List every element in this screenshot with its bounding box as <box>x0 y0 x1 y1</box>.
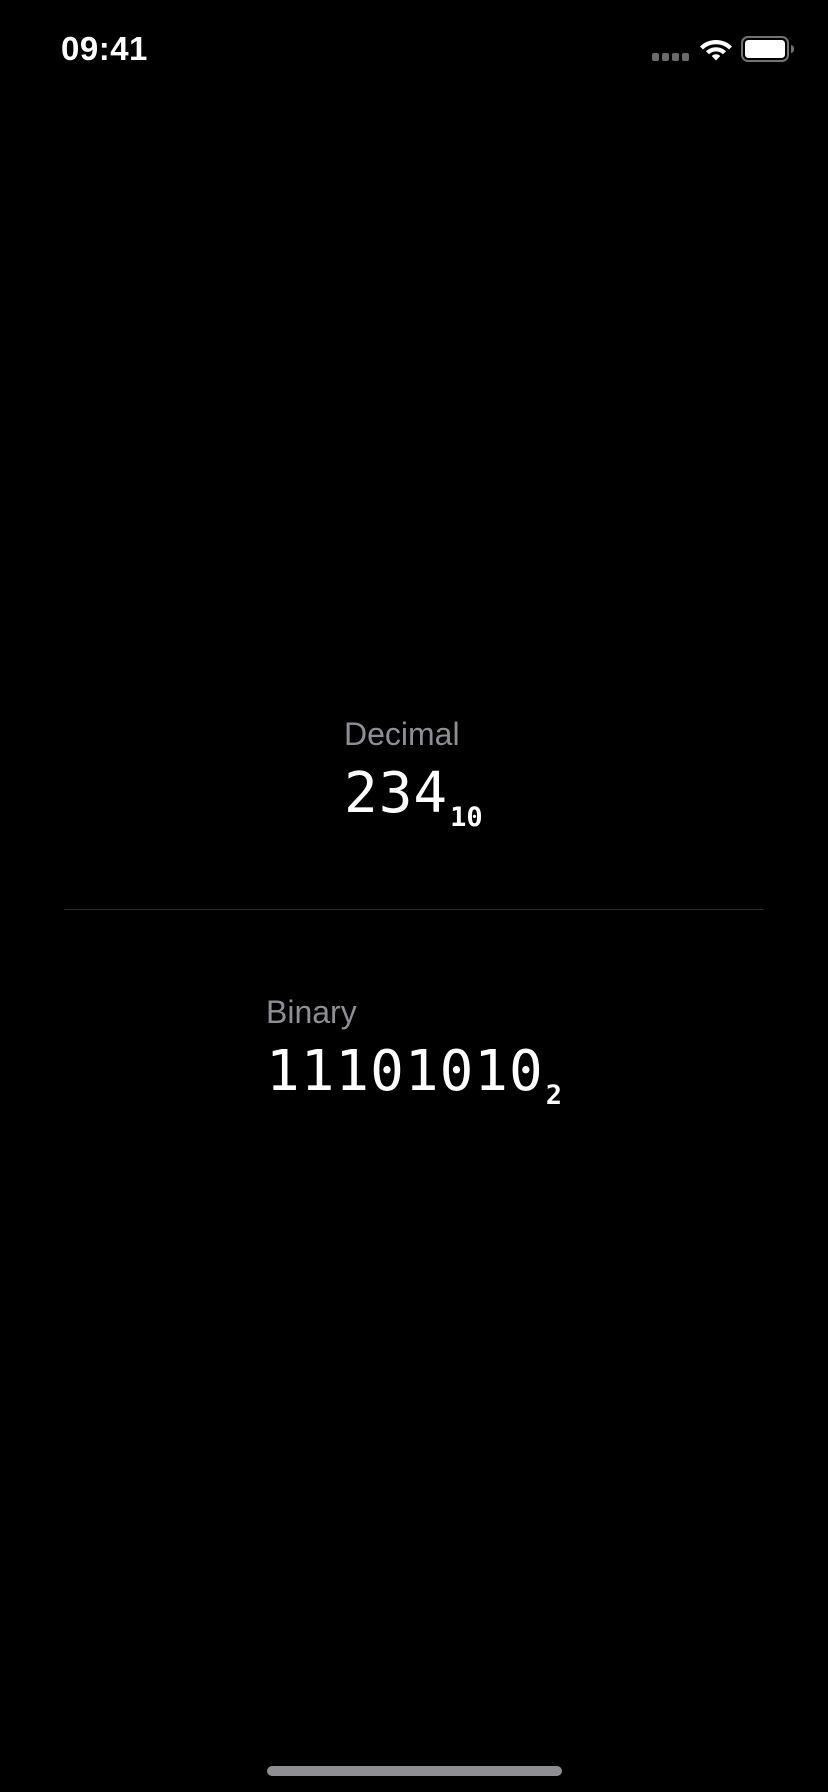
decimal-base-subscript: 10 <box>450 802 483 833</box>
binary-base-subscript: 2 <box>545 1080 562 1111</box>
cellular-signal-icon <box>652 53 690 61</box>
binary-label: Binary <box>266 994 357 1030</box>
binary-value-row[interactable]: 111010102 <box>266 1044 562 1110</box>
status-time: 09:41 <box>61 30 148 67</box>
status-bar: 09:41 <box>0 0 828 100</box>
home-indicator[interactable] <box>267 1766 562 1776</box>
wifi-icon <box>700 40 732 61</box>
section-divider <box>64 909 764 910</box>
binary-value[interactable]: 11101010 <box>266 1039 544 1104</box>
decimal-label: Decimal <box>344 716 460 752</box>
decimal-value-row[interactable]: 23410 <box>344 766 483 832</box>
decimal-section: Decimal 23410 <box>344 716 483 832</box>
binary-section: Binary 111010102 <box>266 994 562 1110</box>
battery-icon <box>741 36 794 62</box>
decimal-value[interactable]: 234 <box>344 761 448 826</box>
